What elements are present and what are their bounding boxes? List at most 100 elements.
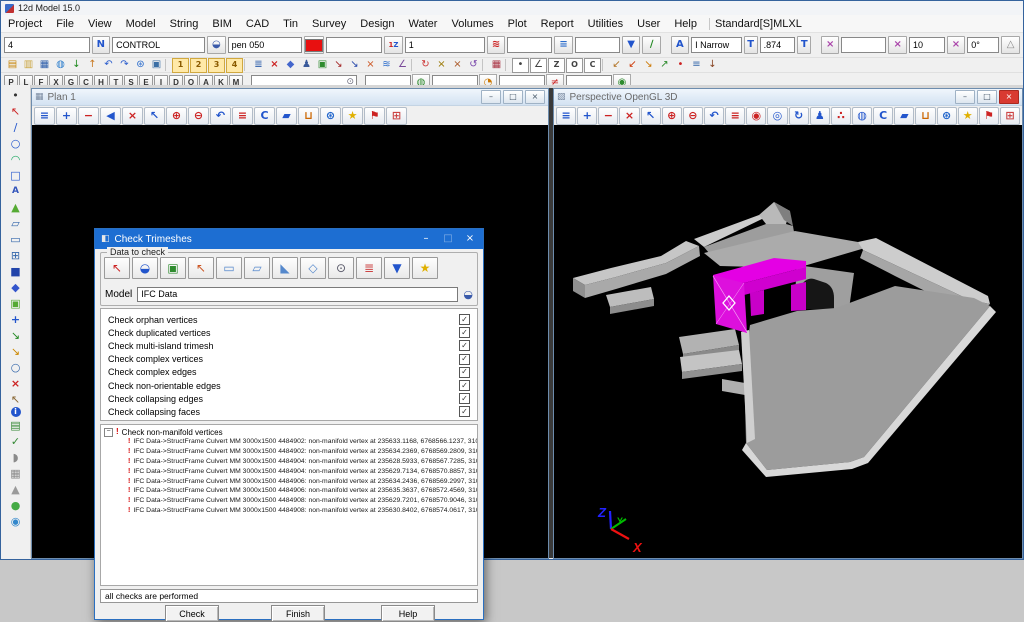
- draw-pen-blue-icon[interactable]: ↘: [347, 59, 362, 72]
- quad-face-icon[interactable]: ◇: [300, 257, 326, 279]
- web-share-icon[interactable]: ◍: [53, 59, 68, 72]
- checkbox-checked[interactable]: ✓: [459, 380, 470, 391]
- drive-icon[interactable]: ▰: [894, 107, 914, 125]
- pick-5-icon[interactable]: •: [673, 59, 688, 72]
- wave-icon[interactable]: ≋: [487, 36, 506, 54]
- steering-icon[interactable]: ◍: [852, 107, 872, 125]
- zoom-window-icon[interactable]: ⊕: [166, 107, 187, 125]
- zoom-out-icon[interactable]: −: [598, 107, 618, 125]
- redo-icon[interactable]: ↷: [117, 59, 132, 72]
- close-button[interactable]: ×: [999, 90, 1019, 104]
- checkbox-checked[interactable]: ✓: [459, 340, 470, 351]
- tri-face-icon[interactable]: ◣: [272, 257, 298, 279]
- save-project-icon[interactable]: ▦: [37, 59, 52, 72]
- settings-gear-icon[interactable]: ⊛: [133, 59, 148, 72]
- cad-pencil-icon[interactable]: ↘: [8, 327, 24, 343]
- pan-icon[interactable]: ↖: [641, 107, 661, 125]
- model-picker-icon[interactable]: ◒: [463, 288, 473, 301]
- colour-swatch[interactable]: [304, 36, 324, 54]
- symbol-2-icon[interactable]: ×: [888, 36, 907, 54]
- grid-field[interactable]: 4: [4, 37, 90, 53]
- cad-c-mode-icon[interactable]: C: [584, 58, 601, 73]
- menu-item[interactable]: Survey: [305, 17, 353, 31]
- cad-line-icon[interactable]: ∕: [8, 119, 24, 135]
- menu-item[interactable]: CAD: [239, 17, 276, 31]
- cad-sphere-icon[interactable]: ●: [8, 497, 24, 513]
- cad-polygon-icon[interactable]: ▱: [8, 215, 24, 231]
- close-button[interactable]: ×: [525, 90, 545, 104]
- menu-size-item[interactable]: XL: [788, 18, 801, 30]
- weight-field[interactable]: [507, 37, 552, 53]
- pan-icon[interactable]: ↖: [144, 107, 165, 125]
- maximize-button[interactable]: □: [977, 90, 997, 104]
- locate-icon[interactable]: ⚑: [979, 107, 999, 125]
- style-field[interactable]: [575, 37, 620, 53]
- view-settings-icon[interactable]: ⊛: [320, 107, 341, 125]
- image-icon[interactable]: ▣: [160, 257, 186, 279]
- layers-icon[interactable]: ≣: [356, 257, 382, 279]
- z-value-icon[interactable]: 1Z: [384, 36, 403, 54]
- person-icon[interactable]: ♟: [299, 59, 314, 72]
- walk-icon[interactable]: ∴: [831, 107, 851, 125]
- size-field[interactable]: 10: [909, 37, 945, 53]
- new-perspective-view-icon[interactable]: 3: [208, 58, 225, 73]
- model-disc-icon[interactable]: ◒: [207, 36, 226, 54]
- cad-box-icon[interactable]: ▦: [8, 465, 24, 481]
- menu-item[interactable]: Report: [534, 17, 581, 31]
- protractor-icon[interactable]: △: [1001, 36, 1020, 54]
- checkbox-checked[interactable]: ✓: [459, 406, 470, 417]
- name-picker-icon[interactable]: N: [92, 36, 111, 54]
- pick-3-icon[interactable]: ↘: [641, 59, 656, 72]
- face-icon[interactable]: ▭: [216, 257, 242, 279]
- eye-icon[interactable]: ◉: [746, 107, 766, 125]
- scissors-icon[interactable]: ×: [363, 59, 378, 72]
- linestyle-icon[interactable]: ≡: [554, 36, 573, 54]
- cad-pencil-multi-icon[interactable]: ↘: [8, 343, 24, 359]
- pick-2-icon[interactable]: ↙: [625, 59, 640, 72]
- function-2-icon[interactable]: ×: [450, 59, 465, 72]
- colour-field[interactable]: [326, 37, 382, 53]
- template-icon[interactable]: ∠: [395, 59, 410, 72]
- zoom-in-icon[interactable]: +: [56, 107, 77, 125]
- menu-size-item[interactable]: Standard: [715, 18, 760, 30]
- function-1-icon[interactable]: ×: [434, 59, 449, 72]
- cad-text-icon[interactable]: A: [8, 183, 24, 199]
- menu-size-item[interactable]: [S]: [760, 18, 773, 30]
- recalc-icon[interactable]: ↻: [418, 59, 433, 72]
- cad-point-mode-icon[interactable]: •: [512, 58, 529, 73]
- solid-box-icon[interactable]: ◆: [283, 59, 298, 72]
- eye-target-icon[interactable]: ◎: [767, 107, 787, 125]
- cad-image2-icon[interactable]: ▤: [8, 417, 24, 433]
- drive-icon[interactable]: ▰: [276, 107, 297, 125]
- textsize-field[interactable]: .874: [760, 37, 796, 53]
- search-icon[interactable]: ⊙: [328, 257, 354, 279]
- view-menu-icon[interactable]: ≡: [34, 107, 55, 125]
- fit-view-icon[interactable]: ◀: [100, 107, 121, 125]
- tile-views-icon[interactable]: ⊞: [386, 107, 407, 125]
- tree-root-row[interactable]: − ! Check non-manifold vertices: [104, 427, 477, 437]
- collapse-icon[interactable]: −: [104, 428, 113, 437]
- tree-item[interactable]: ! IFC Data->StructFrame Culvert MM 3000x…: [104, 457, 477, 467]
- pick-4-icon[interactable]: ↗: [657, 59, 672, 72]
- tree-item[interactable]: ! IFC Data->StructFrame Culvert MM 3000x…: [104, 447, 477, 457]
- menu-item[interactable]: Help: [667, 17, 704, 31]
- cad-plane-icon[interactable]: ▭: [8, 231, 24, 247]
- minimize-button[interactable]: –: [481, 90, 501, 104]
- filter-icon[interactable]: ▼: [384, 257, 410, 279]
- finish-button[interactable]: Finish: [271, 605, 325, 622]
- help-button[interactable]: Help: [381, 605, 435, 622]
- draw-pen-red-icon[interactable]: ↘: [331, 59, 346, 72]
- zoom-extents-icon[interactable]: ×: [619, 107, 639, 125]
- tree-item[interactable]: ! IFC Data->StructFrame Culvert MM 3000x…: [104, 506, 477, 516]
- view-undo-icon[interactable]: ↶: [210, 107, 231, 125]
- favourite-icon[interactable]: ★: [412, 257, 438, 279]
- text-t2-icon[interactable]: T: [797, 36, 811, 54]
- cad-rect-icon[interactable]: □: [8, 167, 24, 183]
- edit-pencil-icon[interactable]: ∕: [642, 36, 661, 54]
- clipboard-icon[interactable]: ▣: [149, 59, 164, 72]
- new-plan-view-icon[interactable]: 1: [172, 58, 189, 73]
- menu-size-item[interactable]: M: [773, 18, 782, 30]
- symbol-3-icon[interactable]: ×: [947, 36, 966, 54]
- cad-polyline-icon[interactable]: ○: [8, 135, 24, 151]
- menu-item[interactable]: User: [630, 17, 667, 31]
